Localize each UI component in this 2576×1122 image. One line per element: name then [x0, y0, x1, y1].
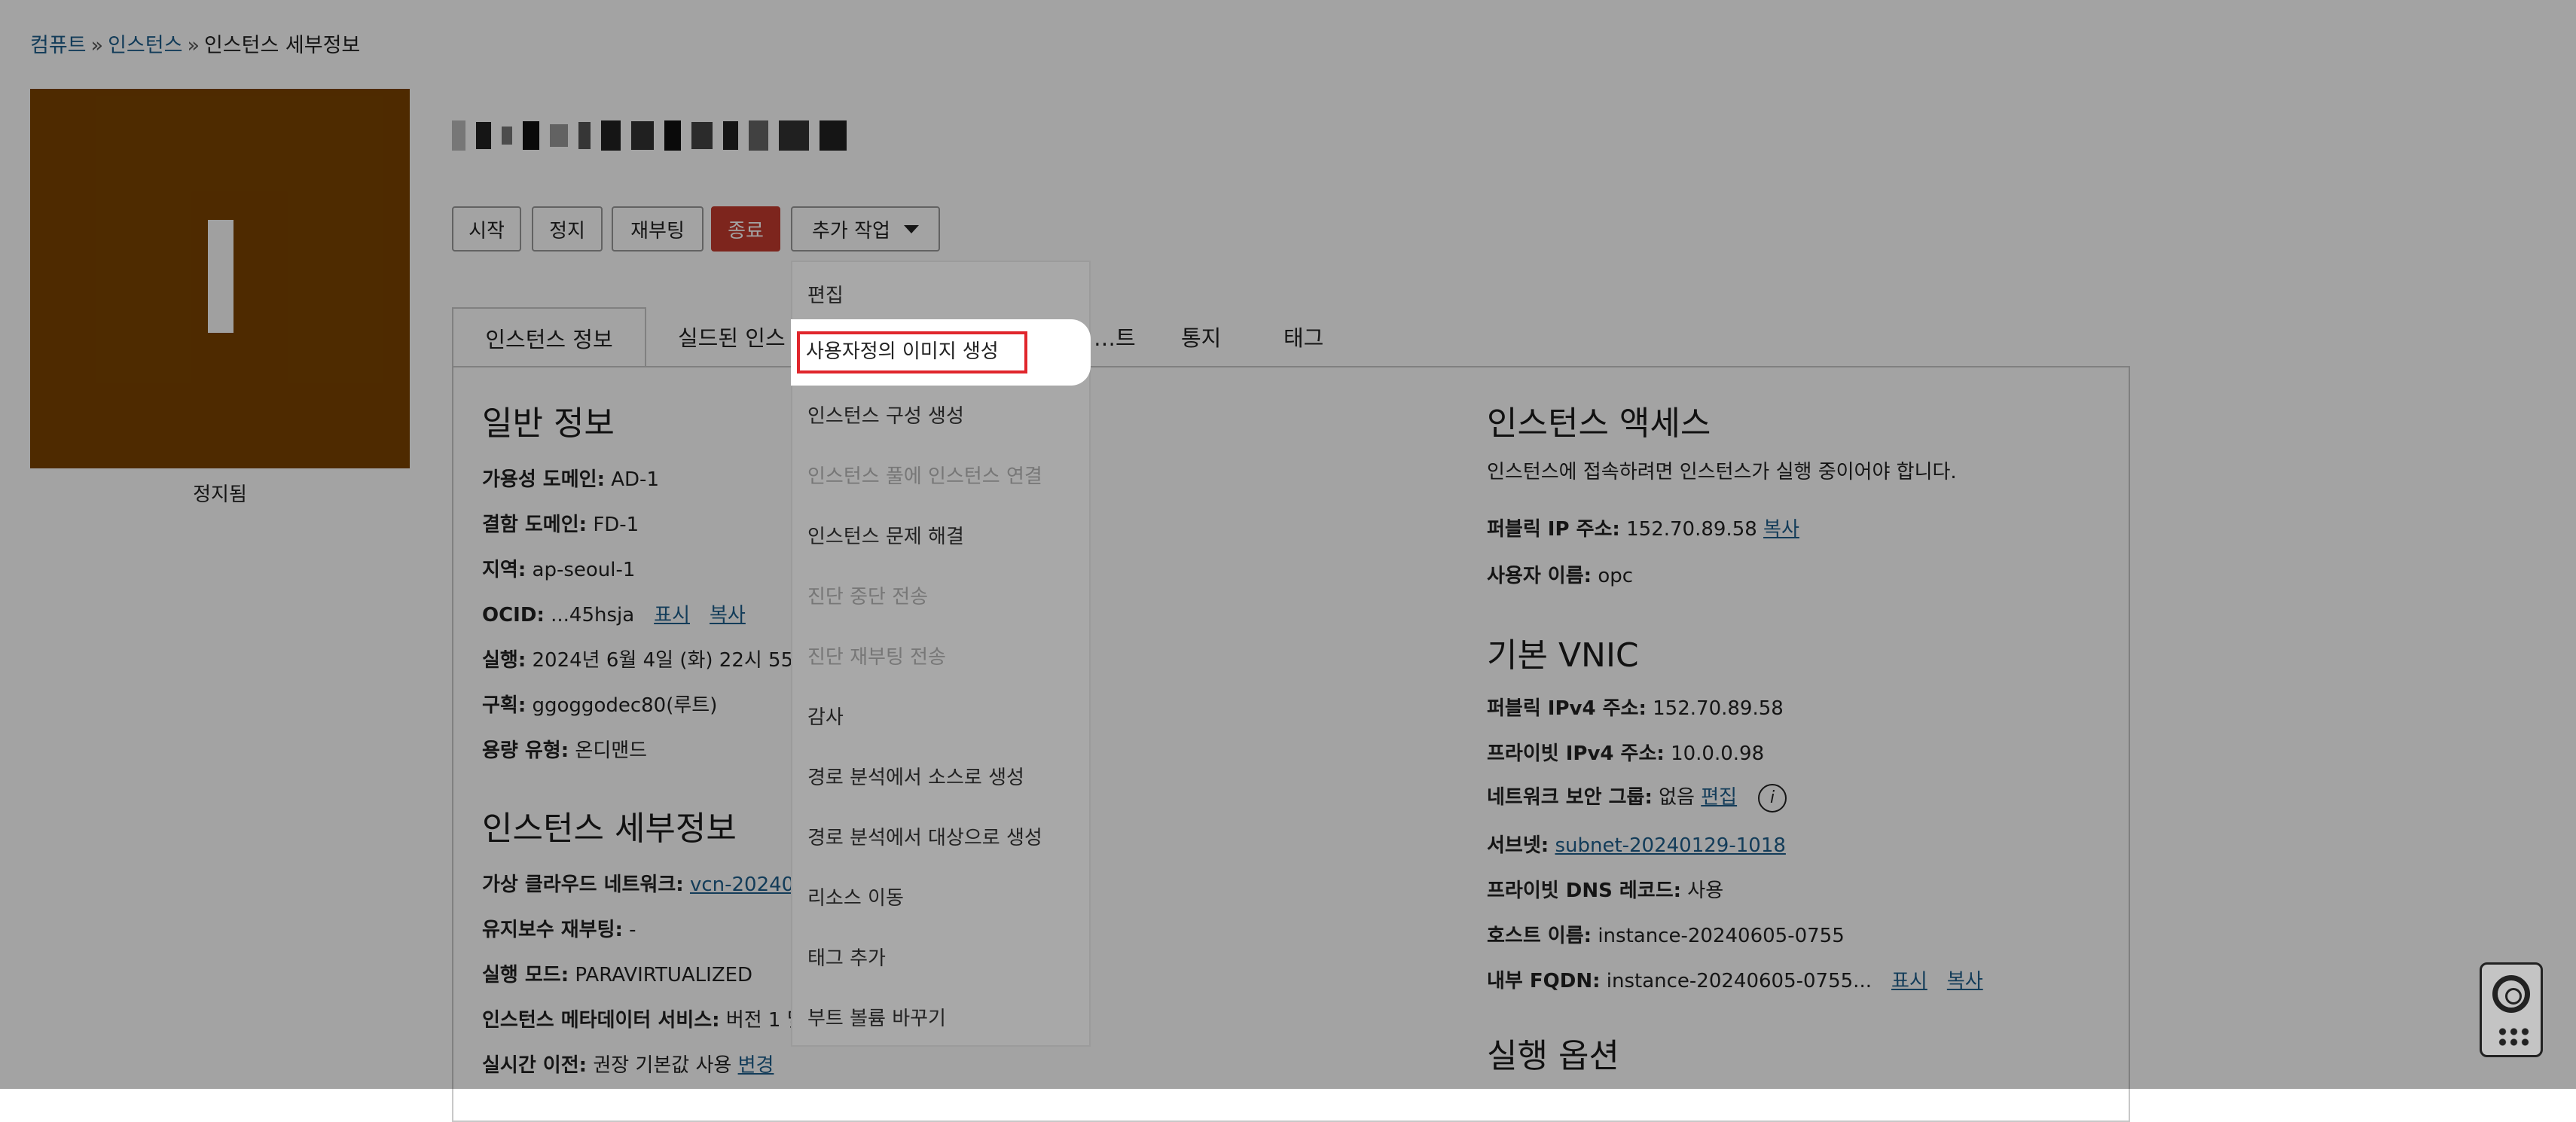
menu-item-troubleshoot[interactable]: 인스턴스 문제 해결 [807, 521, 964, 549]
menu-item-attach-to-pool: 인스턴스 풀에 인스턴스 연결 [807, 465, 1042, 488]
menu-item-diagnostic-reboot: 진단 재부팅 전송 [807, 646, 946, 669]
dim-overlay [0, 0, 2576, 1089]
menu-item-path-analysis-target[interactable]: 경로 분석에서 대상으로 생성 [807, 822, 1042, 850]
menu-item-path-analysis-source[interactable]: 경로 분석에서 소스로 생성 [807, 762, 1024, 790]
menu-item-create-custom-image[interactable]: 사용자정의 이미지 생성 [791, 319, 1091, 386]
menu-item-move-resource[interactable]: 리소스 이동 [807, 883, 904, 910]
menu-item-edit[interactable]: 편집 [807, 280, 844, 308]
menu-item-create-instance-config[interactable]: 인스턴스 구성 생성 [807, 401, 964, 428]
help-widget[interactable] [2480, 962, 2543, 1057]
lifebuoy-icon [2492, 975, 2530, 1013]
menu-item-audit[interactable]: 감사 [807, 702, 844, 730]
menu-item-add-tags[interactable]: 태그 추가 [807, 943, 886, 971]
menu-item-label: 사용자정의 이미지 생성 [806, 340, 999, 363]
menu-item-replace-boot-volume[interactable]: 부트 볼륨 바꾸기 [807, 1003, 946, 1031]
grid-dots-icon [2497, 1026, 2530, 1047]
menu-item-diagnostic-interrupt: 진단 중단 전송 [807, 586, 929, 608]
